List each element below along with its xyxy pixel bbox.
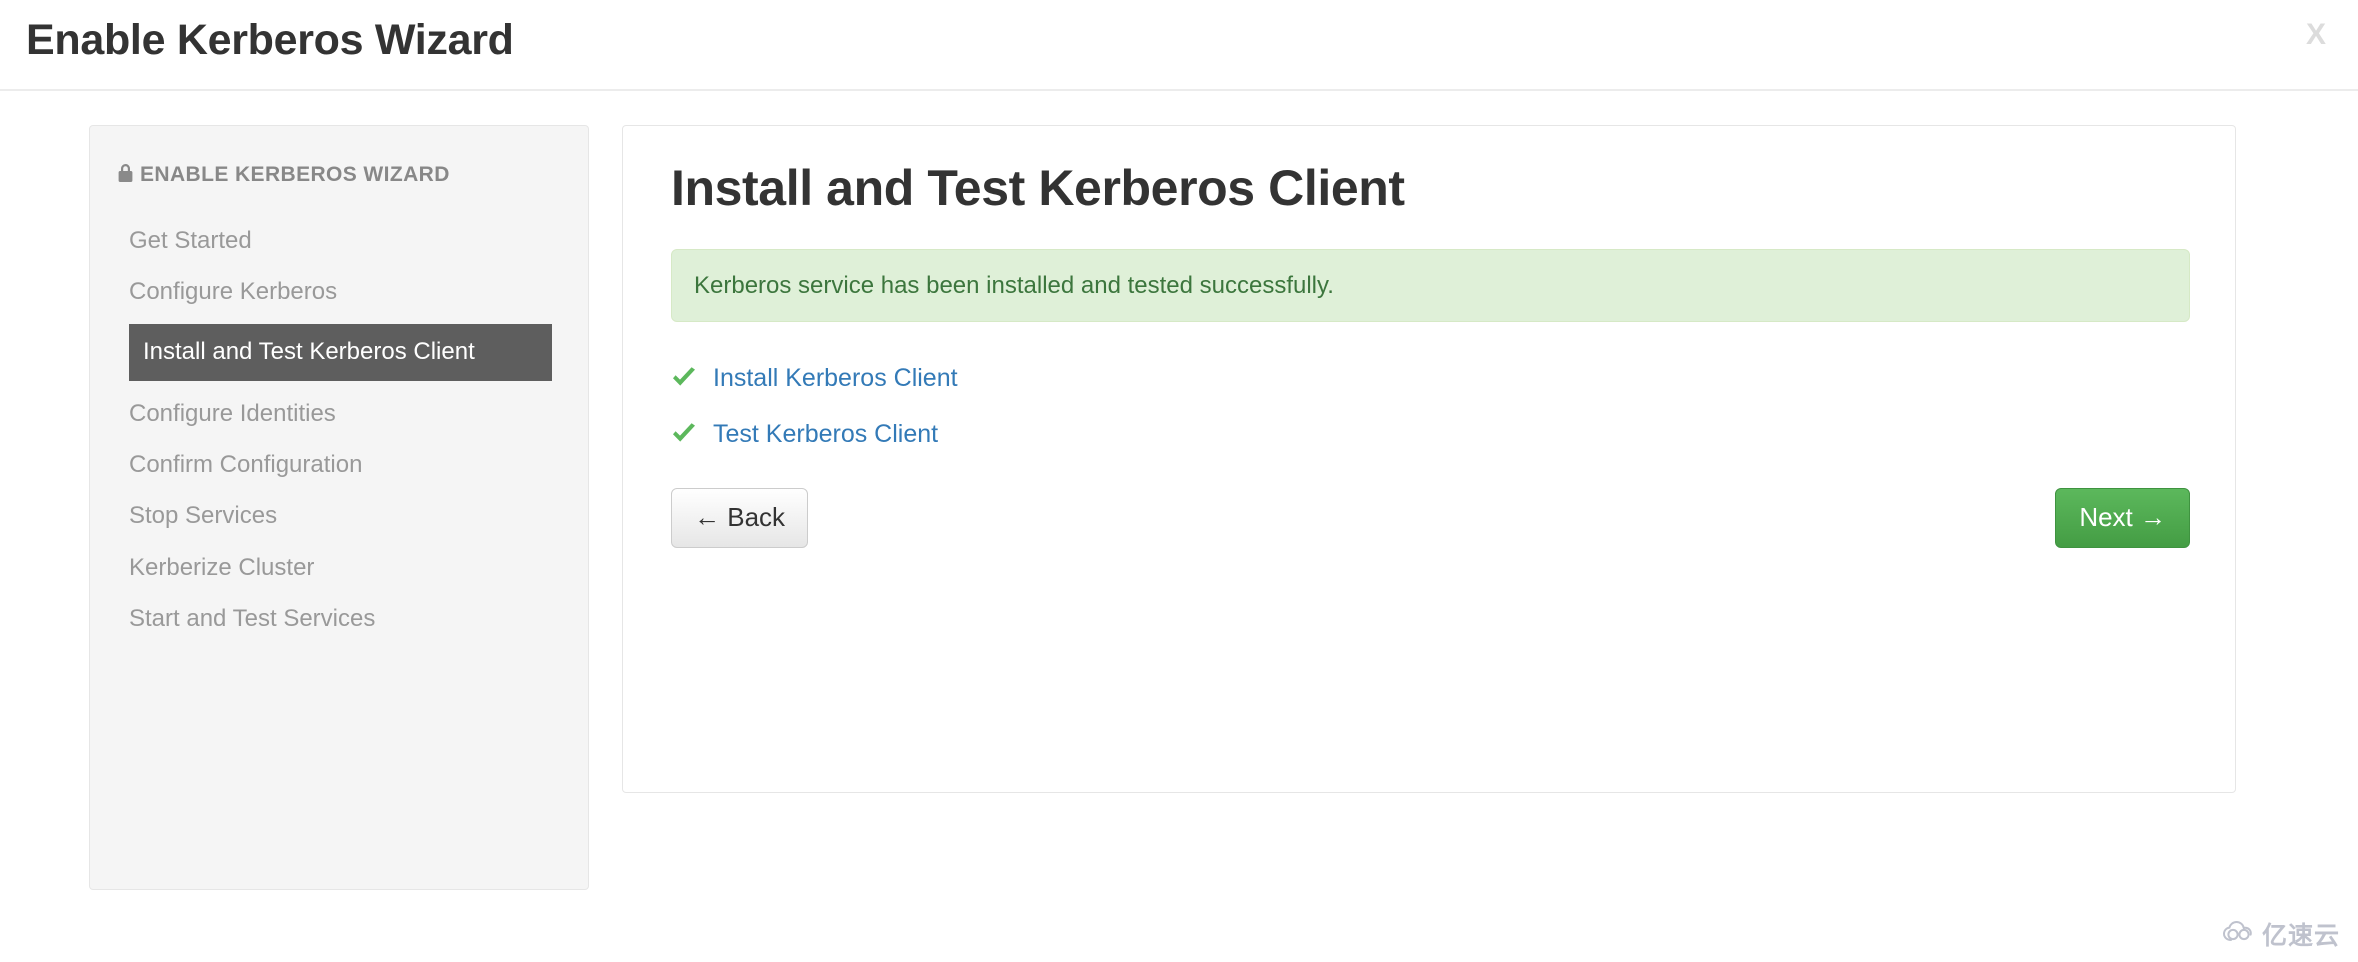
page-title: Enable Kerberos Wizard bbox=[26, 16, 514, 64]
main-content-panel: Install and Test Kerberos Client Kerbero… bbox=[622, 125, 2236, 793]
sidebar-item-configure-identities[interactable]: Configure Identities bbox=[90, 388, 588, 439]
cloud-icon bbox=[2222, 920, 2256, 948]
lock-icon bbox=[117, 163, 134, 191]
sidebar-item-install-and-test-kerberos-client[interactable]: Install and Test Kerberos Client bbox=[129, 324, 552, 382]
wizard-header: Enable Kerberos Wizard X bbox=[0, 0, 2358, 91]
task-link-test-kerberos-client[interactable]: Test Kerberos Client bbox=[713, 419, 938, 449]
sidebar-heading: ENABLE KERBEROS WIZARD bbox=[90, 126, 588, 191]
task-link-install-kerberos-client[interactable]: Install Kerberos Client bbox=[713, 363, 958, 393]
sidebar-item-kerberize-cluster[interactable]: Kerberize Cluster bbox=[90, 542, 588, 593]
sidebar-item-confirm-configuration[interactable]: Confirm Configuration bbox=[90, 439, 588, 490]
sidebar-item-configure-kerberos[interactable]: Configure Kerberos bbox=[90, 266, 588, 317]
check-icon bbox=[671, 422, 697, 446]
sidebar-heading-label: ENABLE KERBEROS WIZARD bbox=[140, 163, 450, 186]
task-item-test-kerberos-client: Test Kerberos Client bbox=[671, 419, 2190, 449]
back-button[interactable]: ← Back bbox=[671, 487, 809, 548]
check-icon bbox=[671, 366, 697, 390]
sidebar-item-start-and-test-services[interactable]: Start and Test Services bbox=[90, 593, 588, 644]
watermark-text: 亿速云 bbox=[2261, 922, 2340, 950]
task-list: Install Kerberos Client Test Kerberos Cl… bbox=[671, 363, 2190, 449]
sidebar-item-get-started[interactable]: Get Started bbox=[90, 215, 588, 266]
wizard-body: ENABLE KERBEROS WIZARD Get Started Confi… bbox=[0, 91, 2358, 962]
close-icon[interactable]: X bbox=[2296, 16, 2336, 54]
step-title: Install and Test Kerberos Client bbox=[671, 160, 1405, 216]
main-panel-inner: Install and Test Kerberos Client Kerbero… bbox=[623, 126, 2235, 548]
wizard-button-row: ← Back Next → bbox=[671, 487, 2190, 548]
wizard-sidebar: ENABLE KERBEROS WIZARD Get Started Confi… bbox=[89, 125, 589, 890]
sidebar-list: Get Started Configure Kerberos Install a… bbox=[90, 215, 588, 644]
watermark: 亿速云 bbox=[2222, 916, 2340, 952]
sidebar-item-stop-services[interactable]: Stop Services bbox=[90, 490, 588, 541]
next-button[interactable]: Next → bbox=[2055, 487, 2190, 548]
task-item-install-kerberos-client: Install Kerberos Client bbox=[671, 363, 2190, 393]
status-alert: Kerberos service has been installed and … bbox=[671, 248, 2190, 322]
